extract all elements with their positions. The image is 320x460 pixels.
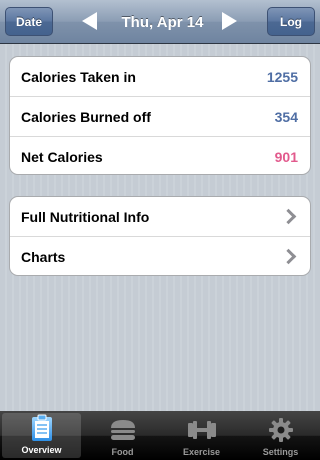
- chevron-right-icon: [280, 208, 297, 225]
- date-title: Thu, Apr 14: [121, 13, 204, 31]
- navigation-bar: Date Thu, Apr 14 Log: [0, 0, 320, 44]
- calories-burned-row: Calories Burned off 354: [10, 97, 310, 137]
- calories-taken-row: Calories Taken in 1255: [10, 57, 310, 97]
- chevron-right-icon: [280, 248, 297, 265]
- burger-icon: [108, 415, 138, 445]
- log-button[interactable]: Log: [267, 7, 315, 36]
- full-nutritional-info-label: Full Nutritional Info: [21, 208, 150, 225]
- tab-food[interactable]: Food: [83, 411, 162, 460]
- net-calories-value: 901: [274, 148, 298, 165]
- calorie-summary-group: Calories Taken in 1255 Calories Burned o…: [9, 56, 311, 175]
- net-calories-label: Net Calories: [21, 148, 103, 165]
- charts-row[interactable]: Charts: [10, 237, 310, 275]
- net-calories-row: Net Calories 901: [10, 137, 310, 174]
- tab-settings-label: Settings: [262, 447, 299, 457]
- full-nutritional-info-row[interactable]: Full Nutritional Info: [10, 197, 310, 237]
- tab-exercise[interactable]: Exercise: [162, 411, 241, 460]
- date-button[interactable]: Date: [5, 7, 53, 36]
- details-links-group: Full Nutritional Info Charts: [9, 196, 311, 276]
- tab-bar: Overview Food Exercise Settings: [0, 411, 320, 460]
- calories-burned-label: Calories Burned off: [21, 108, 151, 125]
- tab-overview-label: Overview: [21, 445, 62, 455]
- next-day-arrow-icon[interactable]: [222, 12, 237, 30]
- calories-taken-label: Calories Taken in: [21, 68, 136, 85]
- charts-label: Charts: [21, 248, 66, 265]
- previous-day-arrow-icon[interactable]: [82, 12, 97, 30]
- gear-icon: [266, 415, 296, 445]
- dumbbell-icon: [187, 415, 217, 445]
- tab-exercise-label: Exercise: [182, 447, 221, 457]
- calories-burned-value: 354: [274, 108, 298, 125]
- tab-overview[interactable]: Overview: [2, 413, 81, 458]
- clipboard-icon: [27, 413, 57, 443]
- calories-taken-value: 1255: [266, 68, 298, 85]
- tab-food-label: Food: [111, 447, 134, 457]
- tab-settings[interactable]: Settings: [241, 411, 320, 460]
